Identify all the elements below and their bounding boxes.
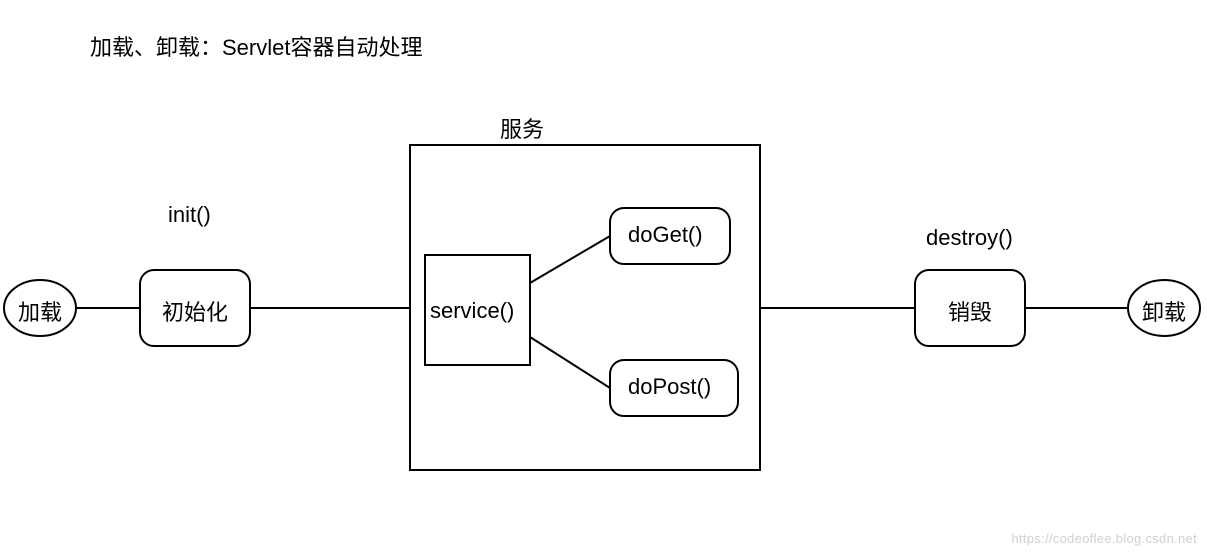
diagram-title: 加载、卸载：Servlet容器自动处理 (90, 30, 422, 62)
service-header-label: 服务 (500, 112, 544, 144)
edge-service-to-dopost (530, 337, 610, 388)
init-method-label: init() (168, 202, 211, 228)
doget-label: doGet() (628, 222, 703, 248)
destroy-box-label: 销毁 (948, 295, 992, 327)
dopost-label: doPost() (628, 374, 711, 400)
diagram-canvas (0, 0, 1207, 552)
edge-service-to-doget (530, 236, 610, 283)
destroy-method-label: destroy() (926, 225, 1013, 251)
load-label: 加载 (18, 295, 62, 327)
service-box-label: service() (430, 298, 514, 324)
watermark: https://codeoflee.blog.csdn.net (1011, 531, 1197, 546)
init-box-label: 初始化 (162, 295, 228, 327)
unload-label: 卸载 (1142, 295, 1186, 327)
